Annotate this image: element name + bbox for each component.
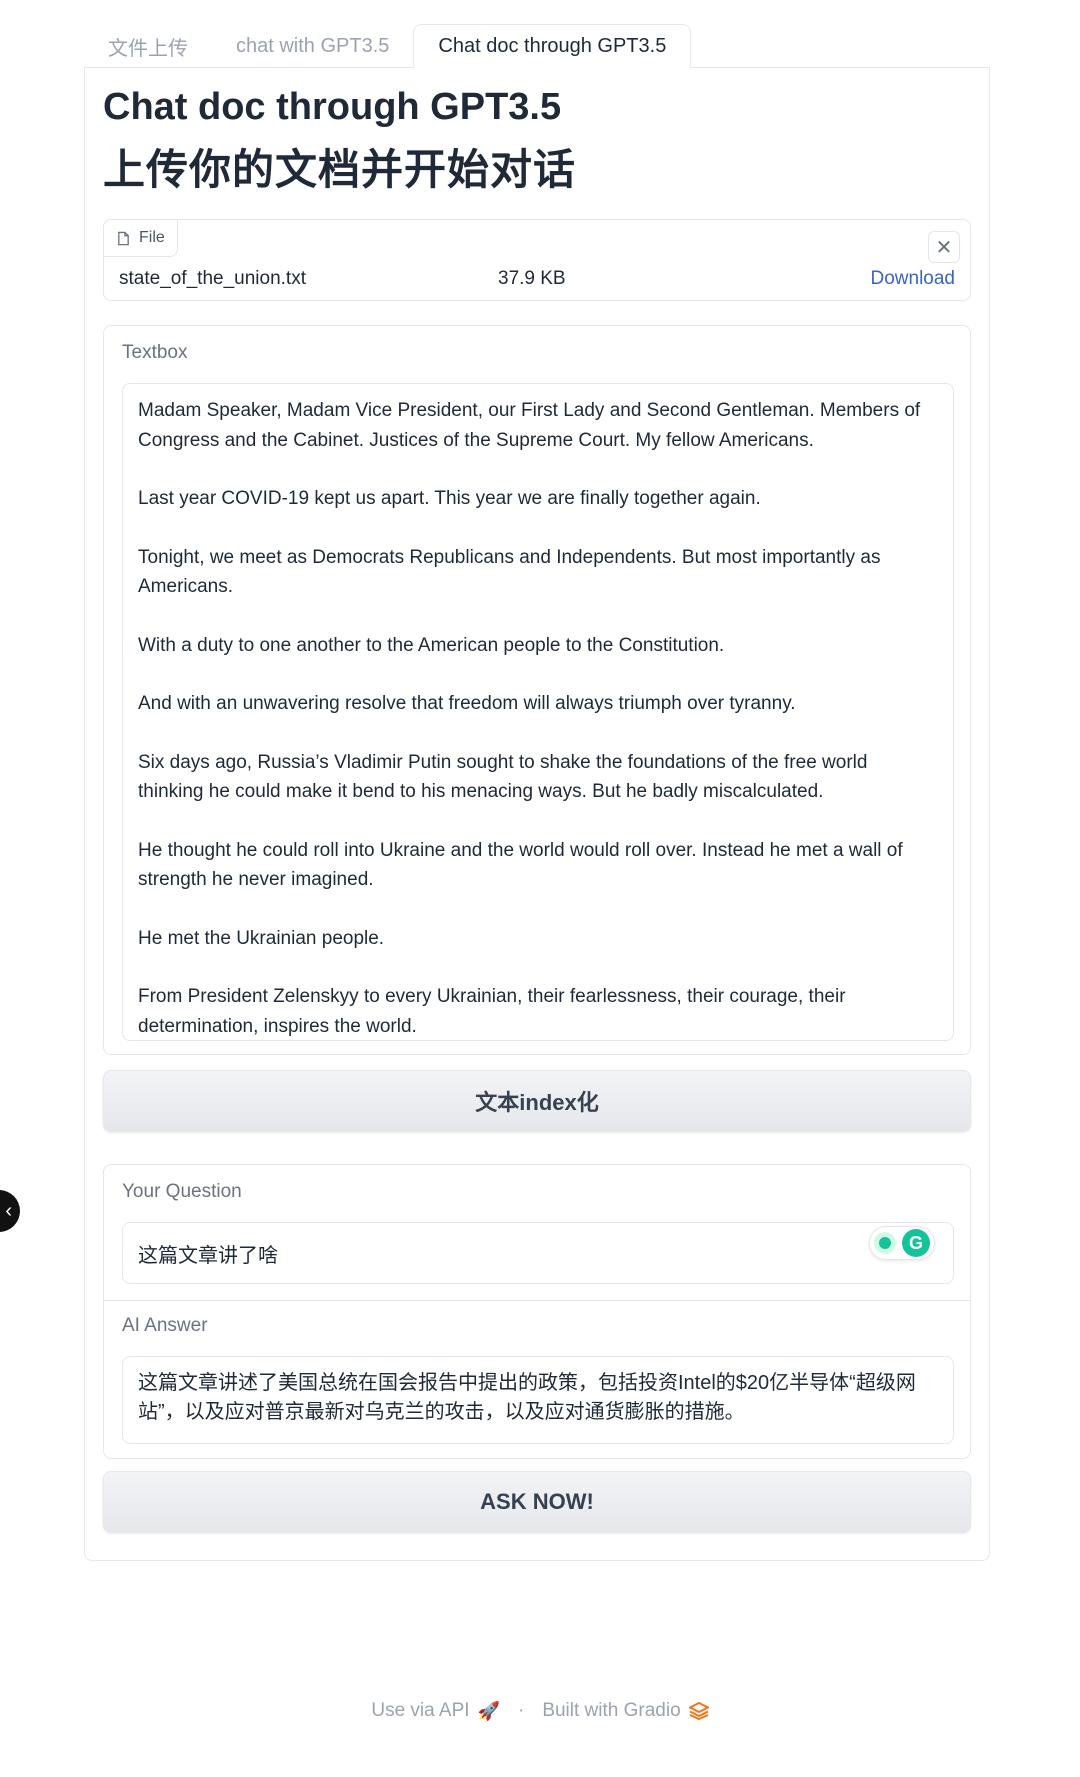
page-title: Chat doc through GPT3.5: [103, 86, 562, 128]
chevron-left-icon[interactable]: ‹: [0, 1190, 20, 1232]
textbox-block: Textbox Madam Speaker, Madam Vice Presid…: [103, 325, 971, 1055]
close-icon[interactable]: ✕: [928, 231, 960, 263]
textbox-label: Textbox: [122, 342, 188, 363]
answer-label: AI Answer: [122, 1315, 208, 1336]
grammarly-widget[interactable]: G: [869, 1226, 935, 1260]
textbox-textarea[interactable]: Madam Speaker, Madam Vice President, our…: [122, 383, 954, 1041]
index-text-button[interactable]: 文本index化: [103, 1070, 971, 1132]
file-size: 37.9 KB: [498, 268, 566, 289]
textbox-paragraph: And with an unwavering resolve that free…: [138, 693, 796, 714]
use-via-api-link[interactable]: Use via API 🚀: [371, 1700, 500, 1722]
footer: Use via API 🚀 · Built with Gradio: [0, 1700, 1080, 1722]
footer-separator: ·: [517, 1700, 525, 1721]
tab-bar: 文件上传 chat with GPT3.5 Chat doc through G…: [84, 24, 692, 68]
rocket-icon: 🚀: [477, 1700, 500, 1721]
question-input[interactable]: 这篇文章讲了啥 G: [122, 1222, 954, 1284]
built-with-gradio-label: Built with Gradio: [542, 1700, 681, 1721]
file-block-label: File: [103, 219, 178, 257]
file-icon: [118, 231, 129, 245]
textbox-paragraph: He met the Ukrainian people.: [138, 927, 385, 949]
page-subtitle: 上传你的文档并开始对话: [103, 146, 577, 193]
tab-chat-doc[interactable]: Chat doc through GPT3.5: [413, 24, 692, 68]
textbox-paragraph: Six days ago, Russia’s Vladimir Putin so…: [138, 751, 868, 803]
file-upload-block: File ✕ state_of_the_union.txt 37.9 KB Do…: [103, 219, 971, 301]
use-via-api-label: Use via API: [371, 1700, 470, 1721]
download-link[interactable]: Download: [871, 268, 956, 290]
question-value: 这篇文章讲了啥: [138, 1244, 278, 1267]
tab-chat-gpt35[interactable]: chat with GPT3.5: [212, 24, 413, 68]
tab-file-upload[interactable]: 文件上传: [84, 24, 212, 68]
grammarly-icon: G: [902, 1229, 930, 1257]
question-label: Your Question: [122, 1181, 242, 1202]
textbox-paragraph: With a duty to one another to the Americ…: [138, 634, 725, 656]
textbox-paragraph: From President Zelenskyy to every Ukrain…: [138, 986, 846, 1037]
answer-output[interactable]: 这篇文章讲述了美国总统在国会报告中提出的政策，包括投资Intel的$20亿半导体…: [122, 1356, 954, 1444]
built-with-gradio-link[interactable]: Built with Gradio: [542, 1700, 709, 1722]
gradio-logo-icon: [688, 1702, 709, 1720]
textbox-paragraph: Madam Speaker, Madam Vice President, our…: [138, 400, 921, 451]
textbox-paragraph: Last year COVID-19 kept us apart. This y…: [138, 488, 761, 509]
textbox-paragraph: He thought he could roll into Ukraine an…: [138, 839, 903, 891]
lightbulb-icon: [874, 1232, 896, 1254]
file-name: state_of_the_union.txt: [119, 268, 306, 289]
file-label-text: File: [139, 229, 165, 246]
qa-block: Your Question 这篇文章讲了啥 G AI Answer 这篇文章讲述…: [103, 1164, 971, 1459]
ask-now-button[interactable]: ASK NOW!: [103, 1471, 971, 1533]
divider: [104, 1300, 970, 1301]
textbox-paragraph: Tonight, we meet as Democrats Republican…: [138, 546, 881, 598]
